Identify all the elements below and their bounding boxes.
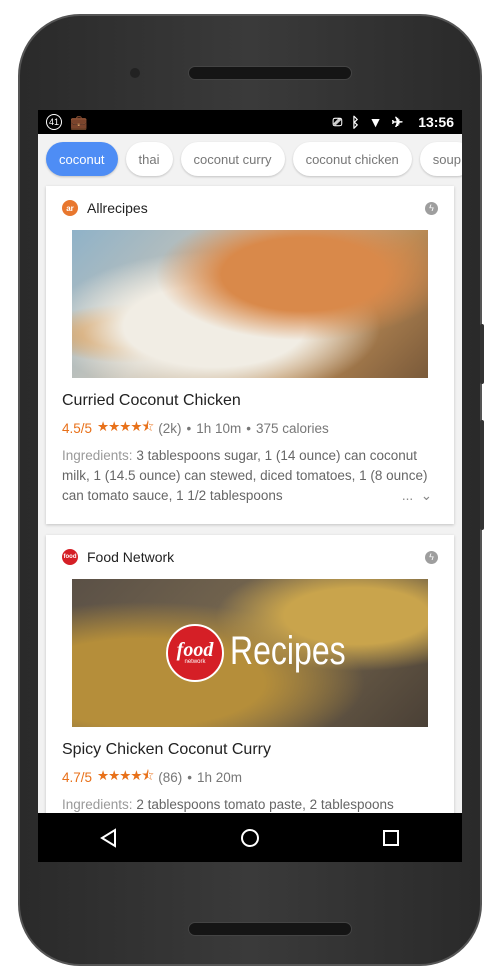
navigation-bar <box>38 813 462 862</box>
chip-thai[interactable]: thai <box>125 142 173 176</box>
work-briefcase-icon: 💼 <box>70 113 88 130</box>
rating-stars-icon: ★★★★⯪ <box>97 768 154 783</box>
rating-value: 4.5/5 <box>62 421 93 436</box>
amp-lightning-icon: ϟ <box>425 201 438 215</box>
food-network-logo: food network <box>166 624 224 682</box>
home-icon[interactable] <box>240 828 260 848</box>
logo-text: food <box>176 639 214 661</box>
power-button[interactable] <box>480 324 484 384</box>
clock: 13:56 <box>418 114 454 130</box>
recipe-title[interactable]: Curried Coconut Chicken <box>46 378 454 410</box>
amp-lightning-icon: ϟ <box>425 550 438 564</box>
rating-stars-icon: ★★★★⯪ <box>97 419 154 434</box>
expand-button[interactable]: ... ⌄ <box>393 486 432 506</box>
logo-subtext: network <box>184 659 206 665</box>
suggestion-chips: coconut thai coconut curry coconut chick… <box>38 134 462 184</box>
recipe-title[interactable]: Spicy Chicken Coconut Curry <box>46 727 454 759</box>
recipe-card[interactable]: ar Allrecipes ϟ Curried Coconut Chicken … <box>46 186 454 524</box>
source-name: Food Network <box>87 549 175 565</box>
recents-icon[interactable] <box>381 828 401 848</box>
rating-value: 4.7/5 <box>62 770 93 785</box>
recipe-card[interactable]: food Food Network ϟ food network Recipes… <box>46 535 454 835</box>
source-name: Allrecipes <box>87 200 148 216</box>
ingredients-label: Ingredients: <box>62 448 133 463</box>
ingredients-text: 2 tablespoons tomato paste, 2 tablespoon… <box>136 797 394 812</box>
image-caption: Recipes <box>230 629 346 673</box>
back-icon[interactable] <box>99 827 119 848</box>
chevron-down-icon: ⌄ <box>420 488 432 503</box>
review-count: (86) <box>158 770 183 785</box>
food-network-logo-icon: food <box>62 549 78 565</box>
chip-coconut-chicken[interactable]: coconut chicken <box>292 142 412 176</box>
status-bar: 41 💼 ⎚ ᛒ ▼ ✈ 13:56 <box>38 110 462 134</box>
top-speaker <box>188 66 352 80</box>
chip-coconut[interactable]: coconut <box>46 142 118 176</box>
bluetooth-icon: ᛒ <box>351 114 360 130</box>
front-camera <box>130 68 140 78</box>
wifi-icon: ▼ <box>368 114 383 130</box>
ingredients: Ingredients: 3 tablespoons sugar, 1 (14 … <box>46 440 454 506</box>
recipe-image[interactable] <box>72 230 428 378</box>
chip-soup[interactable]: soup <box>419 142 462 176</box>
cook-time: 1h 20m <box>196 770 243 785</box>
bottom-speaker <box>188 922 352 936</box>
ellipsis: ... <box>401 488 414 503</box>
screen: 41 💼 ⎚ ᛒ ▼ ✈ 13:56 coconut thai coconut … <box>38 110 462 862</box>
airplane-mode-icon: ✈ <box>391 113 404 130</box>
recipe-image[interactable]: food network Recipes <box>72 579 428 727</box>
ingredients-label: Ingredients: <box>62 797 133 812</box>
cast-icon: ⎚ <box>332 114 343 129</box>
calories: 375 calories <box>255 421 329 436</box>
allrecipes-logo-icon: ar <box>62 200 78 216</box>
review-count: (2k) <box>158 421 182 436</box>
ingredients: Ingredients: 2 tablespoons tomato paste,… <box>46 789 454 815</box>
chip-coconut-curry[interactable]: coconut curry <box>180 142 285 176</box>
cook-time: 1h 10m <box>196 421 242 436</box>
notification-count-icon: 41 <box>46 114 62 130</box>
volume-button[interactable] <box>480 420 484 530</box>
